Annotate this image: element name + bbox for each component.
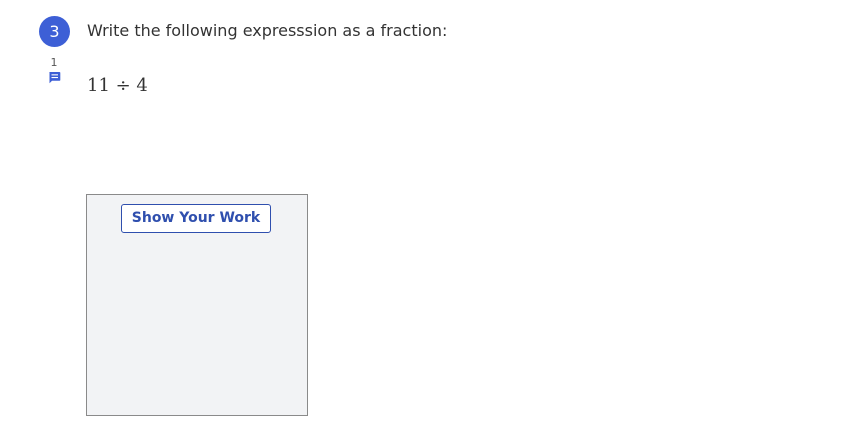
math-expression: 11 ÷ 4 bbox=[87, 75, 148, 96]
comment-icon[interactable] bbox=[48, 71, 61, 84]
show-your-work-area[interactable]: Show Your Work bbox=[86, 194, 308, 416]
comment-count[interactable]: 1 bbox=[46, 56, 62, 69]
question-prompt: Write the following expresssion as a fra… bbox=[87, 21, 448, 40]
question-number-badge: 3 bbox=[39, 16, 70, 47]
show-your-work-button[interactable]: Show Your Work bbox=[121, 204, 271, 233]
